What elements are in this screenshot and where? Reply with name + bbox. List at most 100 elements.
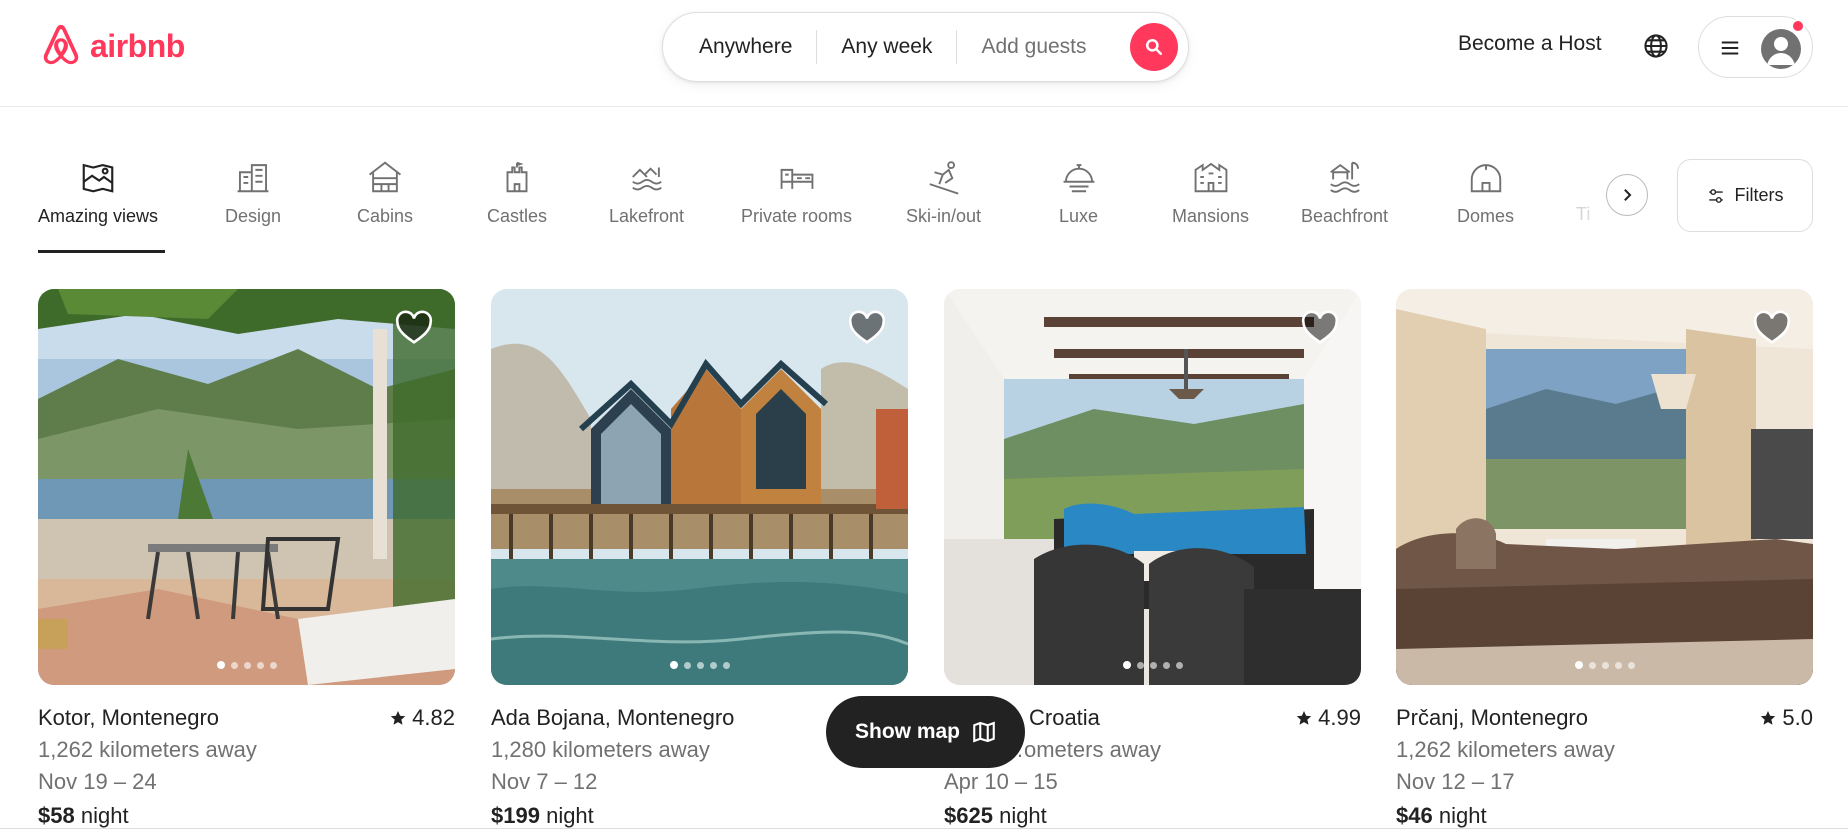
category-castles[interactable]: Castles	[487, 158, 547, 227]
luxe-icon	[1063, 164, 1094, 193]
user-menu-button[interactable]	[1698, 16, 1813, 78]
listing-photo-image	[38, 289, 455, 685]
price-amount: $199	[491, 803, 540, 828]
filters-button[interactable]: Filters	[1677, 159, 1813, 232]
search-button[interactable]	[1130, 23, 1178, 71]
category-label: Private rooms	[741, 206, 853, 226]
photo-carousel-dots	[944, 661, 1361, 669]
castles-icon	[506, 161, 528, 193]
favorite-heart-icon[interactable]	[848, 309, 886, 347]
carousel-dot	[1149, 661, 1157, 669]
carousel-dot	[216, 661, 225, 669]
category-label: Lakefront	[609, 206, 685, 226]
favorite-heart-icon[interactable]	[1753, 309, 1791, 347]
listing-photo-image	[491, 289, 908, 685]
price-amount: $625	[944, 803, 993, 828]
carousel-dot	[683, 661, 691, 669]
category-label: Mansions	[1172, 206, 1250, 226]
footer-divider	[0, 828, 1848, 829]
search-dates[interactable]: Any week	[817, 28, 956, 66]
listing-dates: Apr 10 – 15	[944, 769, 1058, 794]
category-cabins[interactable]: Cabins	[357, 158, 413, 227]
category-design[interactable]: Design	[225, 158, 281, 227]
language-button[interactable]	[1643, 33, 1669, 64]
category-lakefront[interactable]: Lakefront	[609, 158, 684, 227]
category-label: Ski-in/out	[906, 206, 982, 226]
photo-carousel-dots	[1396, 661, 1813, 669]
listing-photo-image	[944, 289, 1361, 685]
listing-price: $625 night	[944, 803, 1361, 829]
listing-photo[interactable]	[38, 289, 455, 685]
category-domes[interactable]: Domes	[1457, 158, 1514, 227]
category-luxe[interactable]: Luxe	[1059, 158, 1098, 227]
listing-dates: Nov 12 – 17	[1396, 769, 1515, 794]
carousel-dot	[709, 661, 717, 669]
carousel-dot	[696, 661, 704, 669]
photo-carousel-dots	[491, 661, 908, 669]
map-icon	[973, 721, 995, 743]
listing-photo[interactable]	[944, 289, 1361, 685]
cabins-icon	[368, 161, 402, 193]
search-guests[interactable]: Add guests	[957, 28, 1110, 66]
category-private-rooms[interactable]: Private rooms	[741, 158, 852, 227]
carousel-dot	[1136, 661, 1144, 669]
listing-price: $58 night	[38, 803, 455, 829]
carousel-dot	[1574, 661, 1583, 669]
search-bar[interactable]: Anywhere Any week Add guests	[662, 12, 1189, 82]
price-amount: $46	[1396, 803, 1433, 828]
show-map-button[interactable]: Show map	[826, 696, 1025, 768]
carousel-dot	[256, 661, 264, 669]
hamburger-icon	[1721, 41, 1739, 55]
mansions-icon	[1194, 162, 1227, 193]
ski-icon	[928, 161, 959, 195]
search-icon	[1145, 38, 1163, 56]
rating-value: 4.99	[1318, 705, 1361, 730]
favorite-heart-icon[interactable]	[395, 309, 433, 347]
listing-photo[interactable]	[491, 289, 908, 685]
listing-dates: Nov 7 – 12	[491, 769, 598, 794]
listing-rating: 4.99	[1296, 705, 1361, 731]
price-unit: night	[546, 803, 594, 828]
carousel-dot	[1122, 661, 1131, 669]
listing-distance: 1,262 kilometers away	[1396, 737, 1615, 762]
carousel-dot	[1588, 661, 1596, 669]
active-category-underline	[38, 250, 165, 253]
carousel-dot	[1601, 661, 1609, 669]
chevron-right-icon	[1624, 189, 1632, 201]
amazing-views-icon	[82, 163, 114, 193]
category-next-button[interactable]	[1606, 174, 1648, 216]
listing-card[interactable]: Prčanj, Montenegro 5.0 1,262 kilometers …	[1396, 289, 1813, 829]
star-icon	[390, 711, 406, 725]
category-label: Design	[225, 206, 282, 226]
become-host-link[interactable]: Become a Host	[1458, 32, 1602, 56]
private-rooms-icon	[780, 168, 813, 189]
photo-carousel-dots	[38, 661, 455, 669]
price-unit: night	[80, 803, 129, 828]
category-label: Domes	[1457, 206, 1515, 226]
carousel-dot	[1175, 661, 1183, 669]
rating-value: 4.82	[412, 705, 455, 730]
price-unit: night	[1438, 803, 1487, 828]
listing-card[interactable]: Kotor, Montenegro 4.82 1,262 kilometers …	[38, 289, 455, 829]
airbnb-logo[interactable]: airbnb	[38, 22, 185, 70]
listing-rating: 4.82	[390, 705, 455, 731]
domes-icon	[1470, 164, 1501, 193]
listing-location: Prčanj, Montenegro	[1396, 705, 1588, 730]
star-icon	[1761, 711, 1776, 725]
filters-label: Filters	[1734, 185, 1784, 205]
brand-name: airbnb	[90, 27, 185, 64]
category-label: Beachfront	[1301, 206, 1389, 226]
carousel-dot	[722, 661, 730, 669]
category-amazing-views[interactable]: Amazing views	[38, 158, 158, 227]
category-ski[interactable]: Ski-in/out	[906, 158, 981, 227]
category-mansions[interactable]: Mansions	[1172, 158, 1249, 227]
notification-dot	[1791, 19, 1805, 33]
listing-photo[interactable]	[1396, 289, 1813, 685]
listing-price: $46 night	[1396, 803, 1813, 829]
favorite-heart-icon[interactable]	[1301, 309, 1339, 347]
category-beachfront[interactable]: Beachfront	[1301, 158, 1388, 227]
carousel-dot	[1162, 661, 1170, 669]
search-location[interactable]: Anywhere	[663, 28, 816, 66]
globe-icon	[1644, 34, 1668, 58]
carousel-dot	[1627, 661, 1635, 669]
